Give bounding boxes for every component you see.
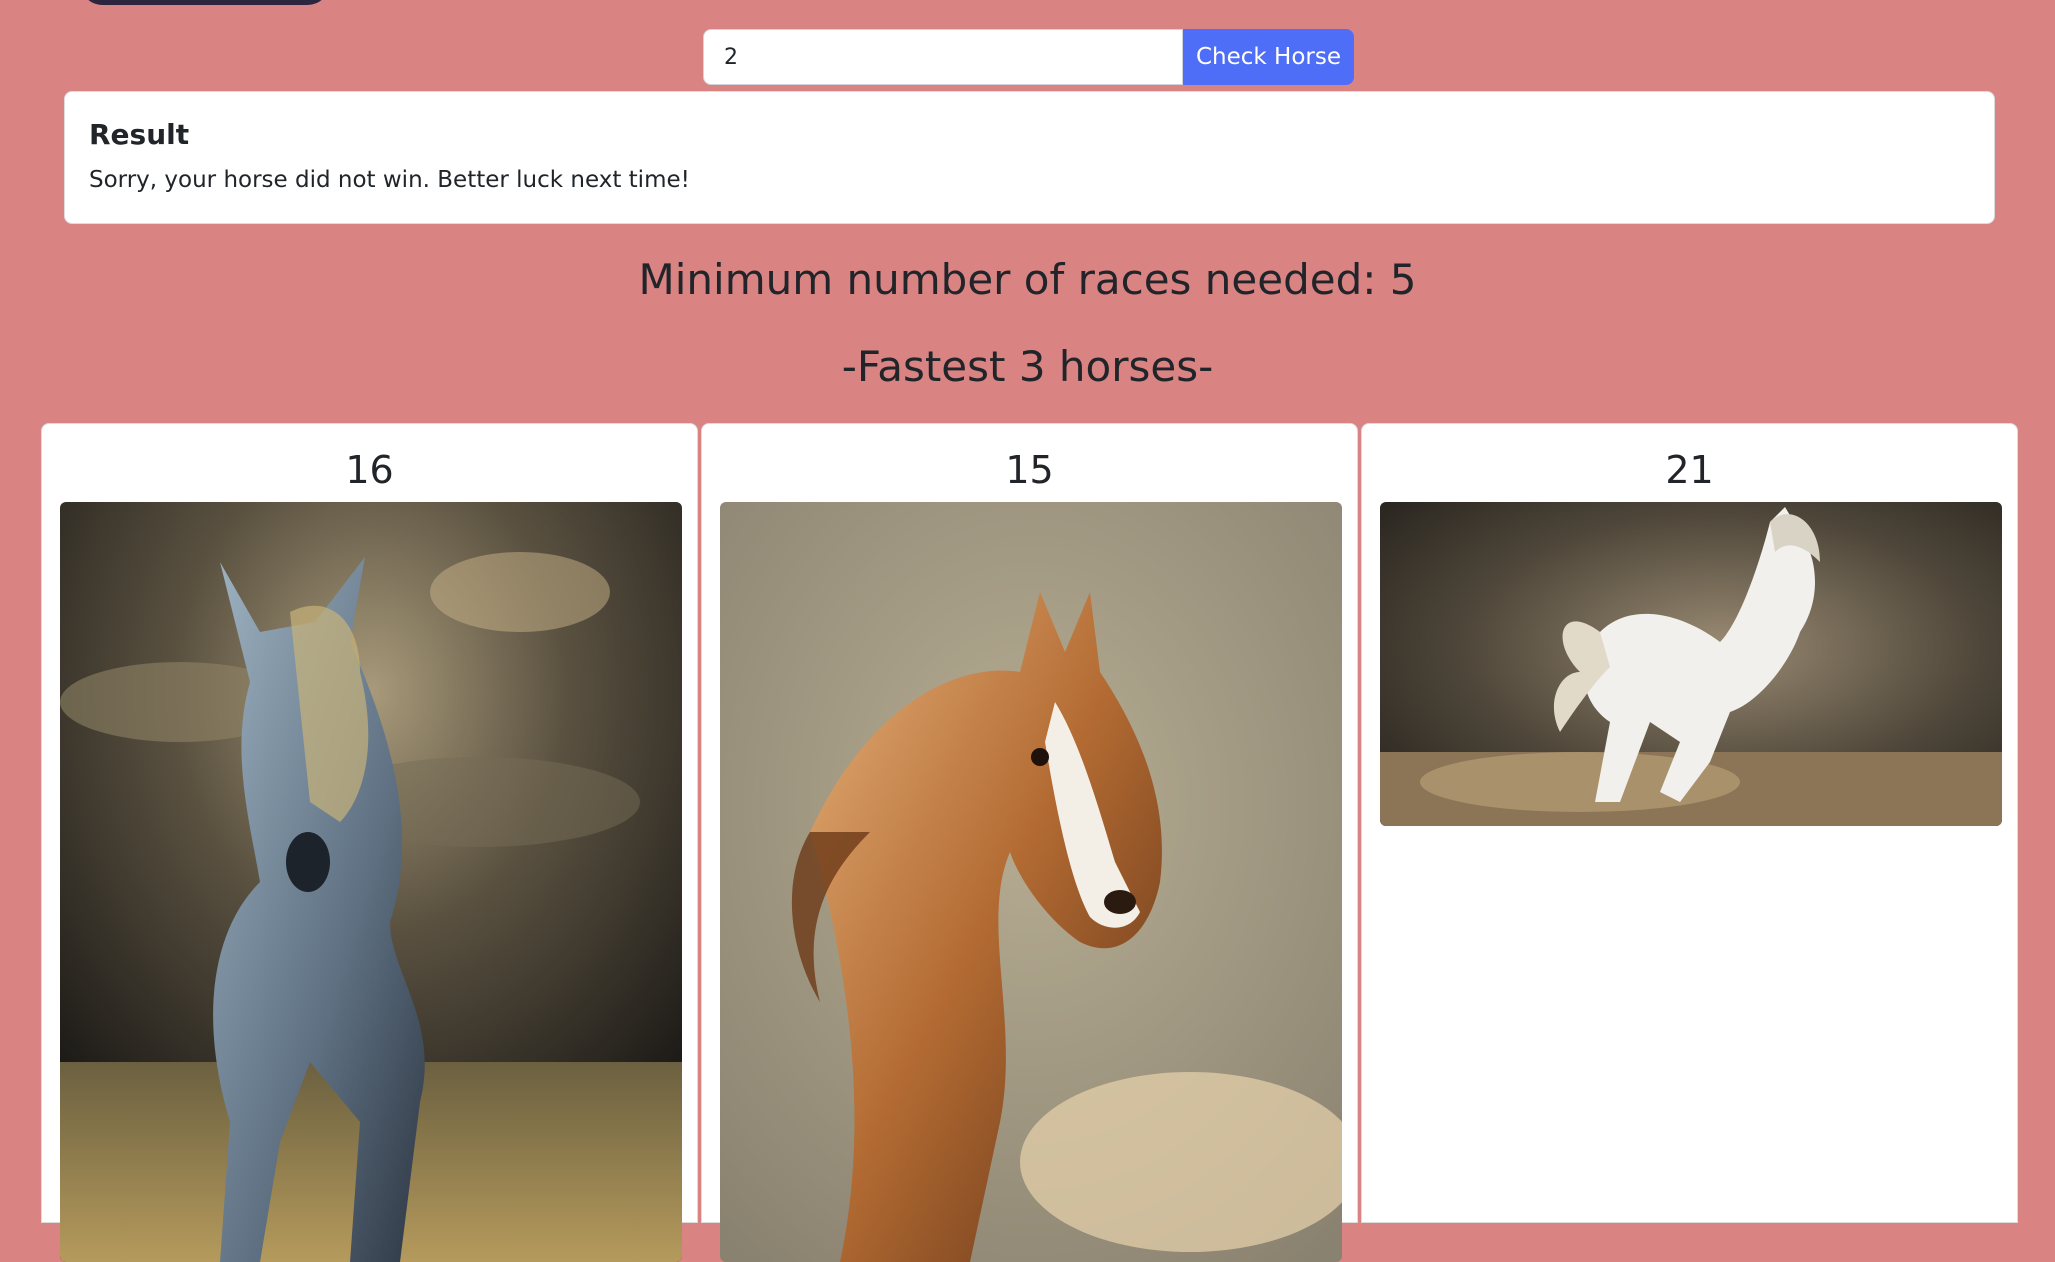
horse-number: 16 [345,448,394,492]
horse-number-input[interactable] [703,29,1183,85]
horse-card-2: 15 [701,423,1358,1262]
horse-card-3: 21 [1361,423,2018,1223]
horse-number: 15 [1005,448,1054,492]
result-message: Sorry, your horse did not win. Better lu… [89,167,690,193]
check-horse-button[interactable]: Check Horse [1183,29,1354,85]
races-heading: Minimum number of races needed: 5 [638,255,1417,304]
chestnut-horse-painting-icon [720,502,1342,1262]
result-card: Result Sorry, your horse did not win. Be… [64,91,1995,224]
result-title: Result [89,118,190,151]
grey-horse-painting-icon [60,502,682,1262]
fastest-heading: -Fastest 3 horses- [841,342,1214,391]
horse-search-row: Check Horse [703,29,1354,85]
horse-card-1: 16 [41,423,698,1262]
horse-number: 21 [1665,448,1714,492]
white-horse-photo-icon [1380,502,2002,826]
top-nav-pill[interactable] [80,0,330,5]
